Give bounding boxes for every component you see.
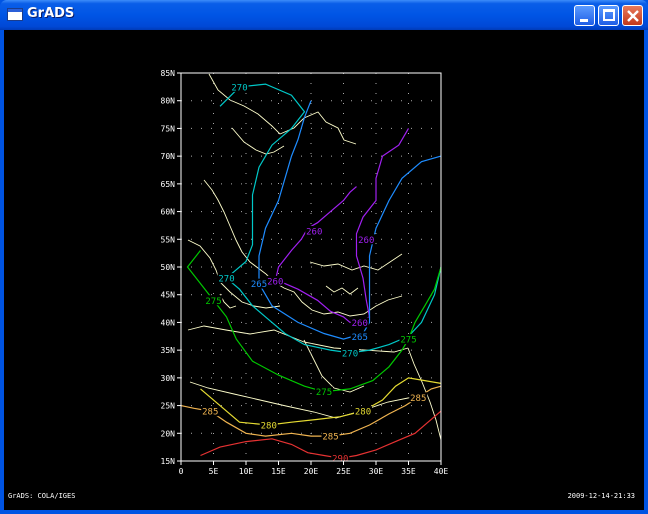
contour-label-285: 285: [410, 394, 426, 404]
contour-labels: 2602602602602652652702702702752752752802…: [201, 81, 428, 465]
y-tick-label: 30N: [161, 374, 176, 383]
y-tick-label: 45N: [161, 291, 176, 300]
y-tick-label: 80N: [161, 97, 176, 106]
grid-lines: [181, 73, 441, 461]
minimize-icon: [580, 19, 588, 22]
maximize-button[interactable]: [598, 5, 619, 26]
contour-label-270: 270: [231, 83, 247, 93]
contour-label-265: 265: [352, 333, 368, 343]
x-tick-label: 35E: [401, 467, 416, 476]
minimize-button[interactable]: [574, 5, 595, 26]
y-tick-label: 70N: [161, 152, 176, 161]
x-tick-label: 15E: [271, 467, 286, 476]
contour-275: [186, 250, 442, 393]
x-tick-label: 0: [179, 467, 184, 476]
contour-label-275: 275: [316, 388, 332, 398]
x-tick-label: 30E: [369, 467, 384, 476]
contour-290: [200, 410, 442, 459]
window-title: GrADS: [27, 6, 75, 21]
contour-280: [200, 377, 442, 426]
y-tick-label: 35N: [161, 346, 176, 355]
contour-label-270: 270: [218, 275, 234, 285]
contour-label-260: 260: [358, 236, 374, 246]
y-tick-label: 85N: [161, 69, 176, 78]
contour-label-265: 265: [251, 280, 267, 290]
contour-label-260: 260: [306, 227, 322, 237]
grads-window: GrADS 260 260 260 260 265 265 270 270 270 275 275 2…: [0, 0, 648, 514]
maximize-icon: [603, 9, 615, 21]
contour-label-285: 285: [202, 408, 218, 418]
coastline: [309, 253, 403, 271]
contour-lines: [180, 83, 442, 459]
coastline: [325, 285, 359, 295]
title-bar[interactable]: GrADS: [0, 0, 648, 30]
x-tick-label: 20E: [304, 467, 319, 476]
app-window-icon: [7, 8, 23, 21]
coastlines: [187, 73, 442, 441]
x-tick-label: 10E: [239, 467, 254, 476]
close-icon: [627, 10, 639, 22]
x-tick-label: 25E: [336, 467, 351, 476]
contour-label-260: 260: [352, 319, 368, 329]
y-tick-label: 20N: [161, 429, 176, 438]
coastline: [203, 179, 267, 275]
y-tick-label: 50N: [161, 263, 176, 272]
contour-label-275: 275: [400, 336, 416, 346]
x-tick-label: 5E: [209, 467, 219, 476]
contour-265: [258, 100, 442, 340]
contour-label-285: 285: [322, 433, 338, 443]
contour-label-280: 280: [355, 408, 371, 418]
contour-label-260: 260: [267, 277, 283, 287]
y-tick-label: 55N: [161, 235, 176, 244]
y-tick-label: 65N: [161, 180, 176, 189]
x-tick-label: 40E: [434, 467, 449, 476]
y-tick-label: 40N: [161, 318, 176, 327]
contour-label-270: 270: [342, 349, 358, 359]
y-tick-label: 60N: [161, 208, 176, 217]
footer-credit: GrADS: COLA/IGES: [8, 492, 76, 500]
contour-label-280: 280: [261, 421, 277, 431]
contour-map: 2602602602602652652702702702752752752802…: [161, 69, 449, 476]
y-tick-label: 15N: [161, 457, 176, 466]
plot-area: 260 260 260 260 265 265 270 270 270 275 275 275 280 2…: [4, 30, 644, 510]
footer-timestamp: 2009-12-14-21:33: [567, 492, 635, 500]
contour-label-275: 275: [205, 297, 221, 307]
y-tick-label: 25N: [161, 402, 176, 411]
close-button[interactable]: [622, 5, 643, 26]
contour-label-290: 290: [332, 455, 348, 465]
y-tick-label: 75N: [161, 124, 176, 133]
